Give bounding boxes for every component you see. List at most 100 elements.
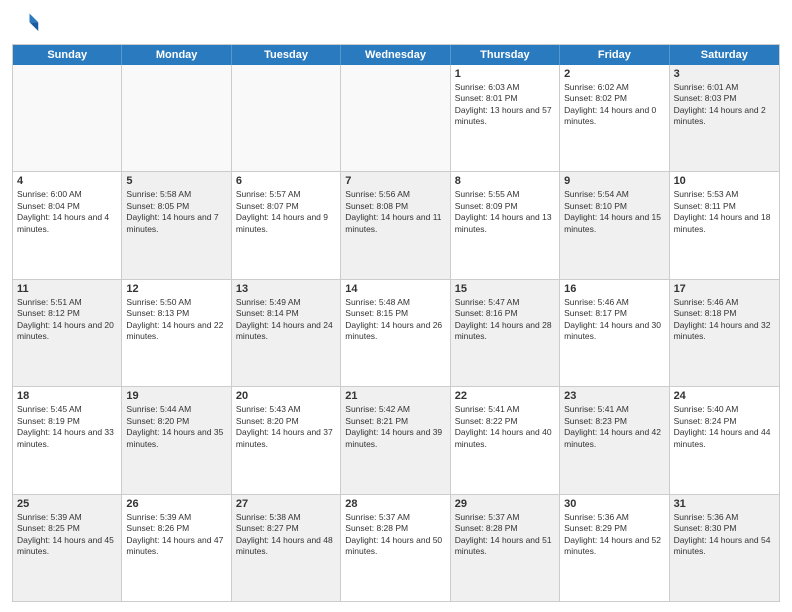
cell-info: Sunrise: 5:43 AM Sunset: 8:20 PM Dayligh…	[236, 404, 336, 450]
cell-info: Sunrise: 5:50 AM Sunset: 8:13 PM Dayligh…	[126, 297, 226, 343]
day-number: 19	[126, 390, 226, 402]
day-number: 10	[674, 175, 775, 187]
calendar-cell-4-7: 24 Sunrise: 5:40 AM Sunset: 8:24 PM Dayli…	[670, 387, 779, 493]
day-number: 6	[236, 175, 336, 187]
day-number: 27	[236, 498, 336, 510]
calendar-cell-2-6: 9 Sunrise: 5:54 AM Sunset: 8:10 PM Daylig…	[560, 172, 669, 278]
cell-info: Sunrise: 5:46 AM Sunset: 8:18 PM Dayligh…	[674, 297, 775, 343]
cell-info: Sunrise: 5:51 AM Sunset: 8:12 PM Dayligh…	[17, 297, 117, 343]
day-header-wednesday: Wednesday	[341, 45, 450, 65]
calendar-cell-5-2: 26 Sunrise: 5:39 AM Sunset: 8:26 PM Dayli…	[122, 495, 231, 601]
calendar-cell-4-3: 20Sunrise: 5:43 AM Sunset: 8:20 PM Dayli…	[232, 387, 341, 493]
calendar-cell-2-1: 4 Sunrise: 6:00 AM Sunset: 8:04 PM Daylig…	[13, 172, 122, 278]
calendar-header: SundayMondayTuesdayWednesdayThursdayFrid…	[13, 45, 779, 65]
day-header-friday: Friday	[560, 45, 669, 65]
day-number: 1	[455, 68, 555, 80]
calendar: SundayMondayTuesdayWednesdayThursdayFrid…	[12, 44, 780, 602]
cell-info: Sunrise: 5:48 AM Sunset: 8:15 PM Dayligh…	[345, 297, 445, 343]
calendar-cell-3-5: 15 Sunrise: 5:47 AM Sunset: 8:16 PM Dayli…	[451, 280, 560, 386]
day-number: 28	[345, 498, 445, 510]
cell-info: Sunrise: 5:53 AM Sunset: 8:11 PM Dayligh…	[674, 189, 775, 235]
day-number: 21	[345, 390, 445, 402]
day-number: 22	[455, 390, 555, 402]
day-number: 18	[17, 390, 117, 402]
day-header-monday: Monday	[122, 45, 231, 65]
calendar-cell-5-6: 30 Sunrise: 5:36 AM Sunset: 8:29 PM Dayli…	[560, 495, 669, 601]
logo-icon	[12, 10, 40, 38]
calendar-cell-1-3	[232, 65, 341, 171]
calendar-cell-2-2: 5 Sunrise: 5:58 AM Sunset: 8:05 PM Daylig…	[122, 172, 231, 278]
day-number: 31	[674, 498, 775, 510]
calendar-cell-5-1: 25 Sunrise: 5:39 AM Sunset: 8:25 PM Dayli…	[13, 495, 122, 601]
day-number: 14	[345, 283, 445, 295]
calendar-row-2: 4 Sunrise: 6:00 AM Sunset: 8:04 PM Daylig…	[13, 172, 779, 279]
day-header-tuesday: Tuesday	[232, 45, 341, 65]
calendar-cell-3-1: 11 Sunrise: 5:51 AM Sunset: 8:12 PM Dayli…	[13, 280, 122, 386]
calendar-cell-4-6: 23Sunrise: 5:41 AM Sunset: 8:23 PM Dayli…	[560, 387, 669, 493]
day-header-thursday: Thursday	[451, 45, 560, 65]
day-number: 15	[455, 283, 555, 295]
calendar-cell-1-2	[122, 65, 231, 171]
calendar-row-3: 11 Sunrise: 5:51 AM Sunset: 8:12 PM Dayli…	[13, 280, 779, 387]
cell-info: Sunrise: 5:40 AM Sunset: 8:24 PM Dayligh…	[674, 404, 775, 450]
calendar-cell-5-7: 31 Sunrise: 5:36 AM Sunset: 8:30 PM Dayli…	[670, 495, 779, 601]
day-number: 25	[17, 498, 117, 510]
cell-info: Sunrise: 5:36 AM Sunset: 8:30 PM Dayligh…	[674, 512, 775, 558]
cell-info: Sunrise: 5:39 AM Sunset: 8:26 PM Dayligh…	[126, 512, 226, 558]
day-number: 26	[126, 498, 226, 510]
header	[12, 10, 780, 38]
cell-info: Sunrise: 5:57 AM Sunset: 8:07 PM Dayligh…	[236, 189, 336, 235]
day-number: 5	[126, 175, 226, 187]
day-number: 9	[564, 175, 664, 187]
cell-info: Sunrise: 5:36 AM Sunset: 8:29 PM Dayligh…	[564, 512, 664, 558]
calendar-row-5: 25 Sunrise: 5:39 AM Sunset: 8:25 PM Dayli…	[13, 495, 779, 601]
calendar-cell-4-5: 22Sunrise: 5:41 AM Sunset: 8:22 PM Dayli…	[451, 387, 560, 493]
day-number: 4	[17, 175, 117, 187]
day-number: 7	[345, 175, 445, 187]
calendar-cell-3-6: 16 Sunrise: 5:46 AM Sunset: 8:17 PM Dayli…	[560, 280, 669, 386]
calendar-cell-2-7: 10 Sunrise: 5:53 AM Sunset: 8:11 PM Dayli…	[670, 172, 779, 278]
cell-info: Sunrise: 6:02 AM Sunset: 8:02 PM Dayligh…	[564, 82, 664, 128]
cell-info: Sunrise: 5:54 AM Sunset: 8:10 PM Dayligh…	[564, 189, 664, 235]
day-number: 11	[17, 283, 117, 295]
day-number: 13	[236, 283, 336, 295]
calendar-cell-4-4: 21Sunrise: 5:42 AM Sunset: 8:21 PM Dayli…	[341, 387, 450, 493]
calendar-cell-1-4	[341, 65, 450, 171]
day-number: 8	[455, 175, 555, 187]
cell-info: Sunrise: 5:46 AM Sunset: 8:17 PM Dayligh…	[564, 297, 664, 343]
cell-info: Sunrise: 6:03 AM Sunset: 8:01 PM Dayligh…	[455, 82, 555, 128]
calendar-row-4: 18 Sunrise: 5:45 AM Sunset: 8:19 PM Dayli…	[13, 387, 779, 494]
day-header-saturday: Saturday	[670, 45, 779, 65]
calendar-cell-4-2: 19 Sunrise: 5:44 AM Sunset: 8:20 PM Dayli…	[122, 387, 231, 493]
cell-info: Sunrise: 5:58 AM Sunset: 8:05 PM Dayligh…	[126, 189, 226, 235]
day-number: 2	[564, 68, 664, 80]
calendar-cell-1-5: 1 Sunrise: 6:03 AM Sunset: 8:01 PM Daylig…	[451, 65, 560, 171]
calendar-cell-3-3: 13 Sunrise: 5:49 AM Sunset: 8:14 PM Dayli…	[232, 280, 341, 386]
day-number: 30	[564, 498, 664, 510]
cell-info: Sunrise: 5:49 AM Sunset: 8:14 PM Dayligh…	[236, 297, 336, 343]
calendar-cell-2-4: 7 Sunrise: 5:56 AM Sunset: 8:08 PM Daylig…	[341, 172, 450, 278]
calendar-cell-3-2: 12Sunrise: 5:50 AM Sunset: 8:13 PM Dayli…	[122, 280, 231, 386]
cell-info: Sunrise: 5:47 AM Sunset: 8:16 PM Dayligh…	[455, 297, 555, 343]
cell-info: Sunrise: 6:01 AM Sunset: 8:03 PM Dayligh…	[674, 82, 775, 128]
cell-info: Sunrise: 5:39 AM Sunset: 8:25 PM Dayligh…	[17, 512, 117, 558]
calendar-row-1: 1 Sunrise: 6:03 AM Sunset: 8:01 PM Daylig…	[13, 65, 779, 172]
calendar-cell-3-4: 14 Sunrise: 5:48 AM Sunset: 8:15 PM Dayli…	[341, 280, 450, 386]
calendar-cell-5-3: 27Sunrise: 5:38 AM Sunset: 8:27 PM Dayli…	[232, 495, 341, 601]
day-number: 16	[564, 283, 664, 295]
cell-info: Sunrise: 6:00 AM Sunset: 8:04 PM Dayligh…	[17, 189, 117, 235]
calendar-cell-1-1	[13, 65, 122, 171]
day-number: 24	[674, 390, 775, 402]
cell-info: Sunrise: 5:37 AM Sunset: 8:28 PM Dayligh…	[455, 512, 555, 558]
cell-info: Sunrise: 5:44 AM Sunset: 8:20 PM Dayligh…	[126, 404, 226, 450]
cell-info: Sunrise: 5:45 AM Sunset: 8:19 PM Dayligh…	[17, 404, 117, 450]
calendar-cell-1-7: 3 Sunrise: 6:01 AM Sunset: 8:03 PM Daylig…	[670, 65, 779, 171]
calendar-cell-5-5: 29Sunrise: 5:37 AM Sunset: 8:28 PM Dayli…	[451, 495, 560, 601]
cell-info: Sunrise: 5:56 AM Sunset: 8:08 PM Dayligh…	[345, 189, 445, 235]
day-number: 3	[674, 68, 775, 80]
calendar-cell-5-4: 28 Sunrise: 5:37 AM Sunset: 8:28 PM Dayli…	[341, 495, 450, 601]
calendar-cell-3-7: 17Sunrise: 5:46 AM Sunset: 8:18 PM Dayli…	[670, 280, 779, 386]
cell-info: Sunrise: 5:37 AM Sunset: 8:28 PM Dayligh…	[345, 512, 445, 558]
logo	[12, 10, 44, 38]
calendar-cell-2-3: 6 Sunrise: 5:57 AM Sunset: 8:07 PM Daylig…	[232, 172, 341, 278]
